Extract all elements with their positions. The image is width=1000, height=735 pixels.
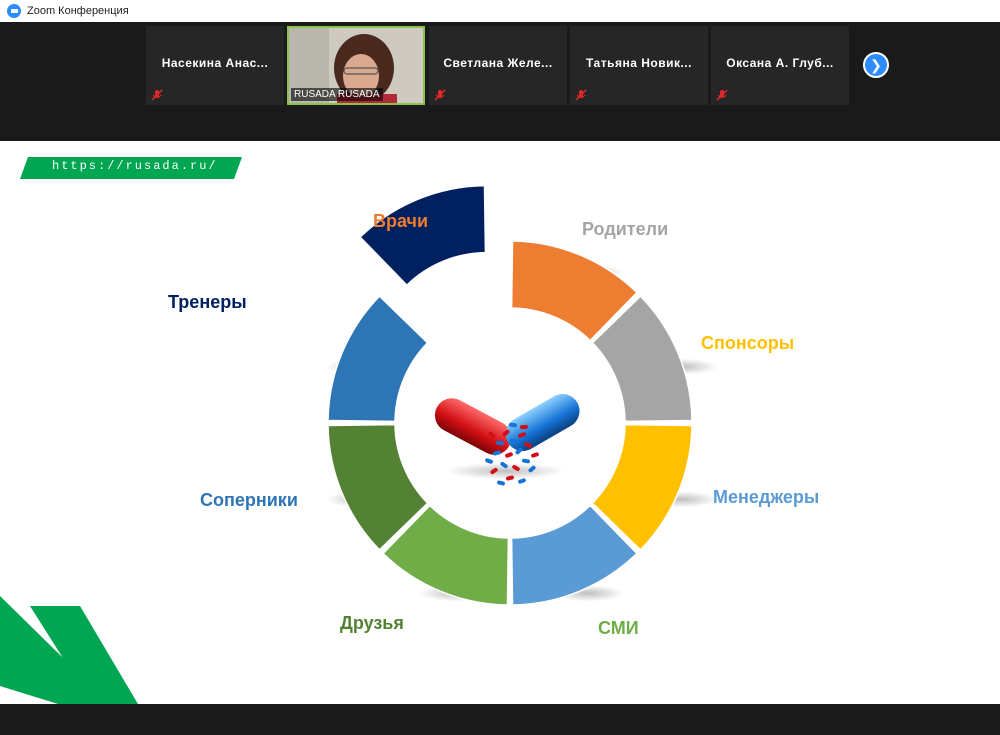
ring-diagram [0, 184, 719, 704]
segment-trenery [359, 184, 487, 287]
muted-mic-icon [151, 89, 163, 101]
participant-video-tile[interactable]: RUSADA RUSADA [287, 26, 425, 105]
muted-mic-icon [716, 89, 728, 101]
pills-icon [434, 394, 580, 486]
pill-granule [497, 480, 505, 486]
participant-tile[interactable]: Насекина Анас... [146, 26, 284, 105]
participant-name: Светлана Желе... [443, 56, 553, 70]
participant-tile[interactable]: Татьяна Новик... [570, 26, 708, 105]
zoom-logo-icon [7, 4, 21, 18]
participant-name: RUSADA RUSADA [291, 88, 383, 101]
label-roditeli: Родители [582, 219, 669, 239]
label-druzya: Друзья [340, 613, 404, 633]
pill-granule [505, 452, 513, 458]
label-smi: СМИ [598, 618, 639, 638]
participant-tile[interactable]: Оксана А. Глуб... [711, 26, 849, 105]
participant-name: Оксана А. Глуб... [726, 56, 834, 70]
segment-soperniki [327, 295, 429, 423]
label-soperniki: Соперники [200, 490, 298, 510]
participant-name: Татьяна Новик... [586, 56, 692, 70]
title-bar: Zoom Конференция [0, 0, 1000, 22]
participant-name: Насекина Анас... [161, 56, 269, 70]
label-trenery: Тренеры [168, 292, 247, 312]
pill-granule [531, 452, 539, 458]
bottom-bar [0, 704, 1000, 735]
pill-granule [522, 458, 530, 464]
label-vrachi: Врачи [373, 211, 429, 231]
muted-mic-icon [575, 89, 587, 101]
muted-mic-icon [434, 89, 446, 101]
window-title: Zoom Конференция [27, 5, 129, 17]
ring-segments [325, 184, 719, 606]
participant-strip: Насекина Анас... RUSADA RUSADA Светлана … [0, 22, 1000, 141]
chevron-right-icon: ❯ [870, 56, 882, 73]
shared-screen: https://rusada.ru/ Врачи Родители Тренер… [0, 141, 1000, 704]
participant-tile[interactable]: Светлана Желе... [429, 26, 567, 105]
label-menedzhery: Менеджеры [713, 487, 820, 507]
label-sponsory: Спонсоры [701, 333, 795, 353]
next-page-button[interactable]: ❯ [863, 52, 889, 78]
